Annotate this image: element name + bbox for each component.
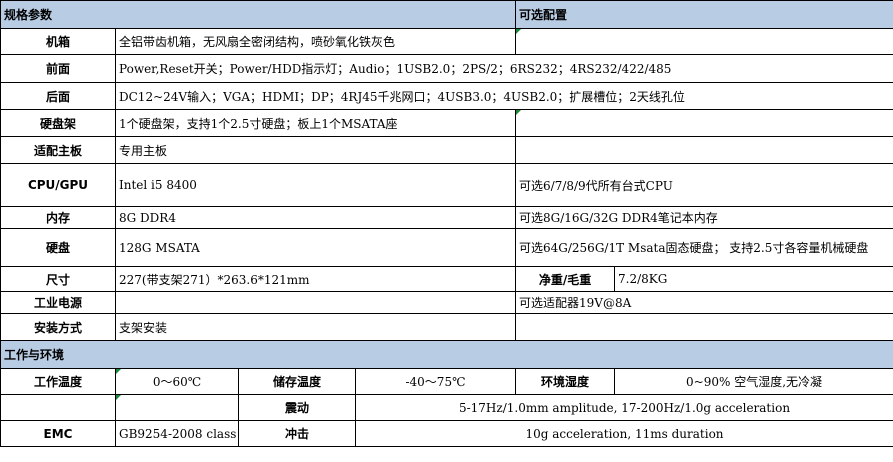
emc-label: EMC bbox=[0, 420, 116, 447]
cpu-value: Intel i5 8400 bbox=[114, 163, 517, 207]
emc-value: GB9254-2008 class A bbox=[115, 420, 239, 447]
spec-header-row: 规格参数 可选配置 bbox=[0, 0, 893, 29]
rear-label: 后面 bbox=[0, 82, 116, 110]
drivebay-value: 1个硬盘架，支持1个2.5寸硬盘；板上1个MSATA座 bbox=[114, 109, 517, 137]
humidity-value: 0~90% 空气湿度,无冷凝 bbox=[614, 368, 893, 395]
chassis-option bbox=[515, 28, 893, 55]
size-label: 尺寸 bbox=[0, 266, 116, 292]
drivebay-label: 硬盘架 bbox=[0, 109, 116, 137]
storage-temp-label: 储存温度 bbox=[238, 368, 356, 395]
table-row: 安装方式 支架安装 bbox=[0, 313, 893, 341]
spec-header: 规格参数 bbox=[0, 0, 517, 29]
power-label: 工业电源 bbox=[0, 291, 116, 314]
options-header: 可选配置 bbox=[515, 0, 893, 29]
table-row: 内存 8G DDR4 可选8G/16G/32G DDR4笔记本内存 bbox=[0, 206, 893, 229]
shock-value: 10g acceleration, 11ms duration bbox=[354, 420, 893, 447]
table-row: CPU/GPU Intel i5 8400 可选6/7/8/9代所有台式CPU bbox=[0, 163, 893, 207]
table-row: 机箱 全铝带齿机箱，无风扇全密闭结构，喷砂氧化铁灰色 bbox=[0, 28, 893, 55]
power-option: 可选适配器19V@8A bbox=[515, 291, 893, 314]
weight-label: 净重/毛重 bbox=[515, 266, 616, 292]
env-header: 工作与环境 bbox=[0, 340, 893, 369]
chassis-value: 全铝带齿机箱，无风扇全密闭结构，喷砂氧化铁灰色 bbox=[114, 28, 517, 55]
rear-value: DC12~24V输入；VGA；HDMI；DP；4RJ45千兆网口；4USB3.0… bbox=[114, 82, 893, 110]
disk-option: 可选64G/256G/1T Msata固态硬盘； 支持2.5寸各容量机械硬盘 bbox=[515, 228, 893, 267]
table-row: 工作温度 0～60℃ 储存温度 -40～75℃ 环境湿度 0~90% 空气湿度,… bbox=[0, 368, 893, 395]
board-label: 适配主板 bbox=[0, 136, 116, 164]
mount-label: 安装方式 bbox=[0, 313, 116, 341]
vibration-value: 5-17Hz/1.0mm amplitude, 17-200Hz/1.0g ac… bbox=[354, 394, 893, 421]
power-value bbox=[114, 291, 517, 314]
table-row: 尺寸 227(带支架271）*263.6*121mm 净重/毛重 7.2/8KG bbox=[0, 266, 893, 292]
memory-label: 内存 bbox=[0, 206, 116, 229]
table-row: 前面 Power,Reset开关；Power/HDD指示灯；Audio；1USB… bbox=[0, 54, 893, 83]
drivebay-option bbox=[515, 109, 893, 137]
weight-value: 7.2/8KG bbox=[614, 266, 893, 292]
cpu-label: CPU/GPU bbox=[0, 163, 116, 207]
humidity-label: 环境湿度 bbox=[515, 368, 616, 395]
cpu-option: 可选6/7/8/9代所有台式CPU bbox=[515, 163, 893, 207]
table-row: 硬盘 128G MSATA 可选64G/256G/1T Msata固态硬盘； 支… bbox=[0, 228, 893, 267]
front-value: Power,Reset开关；Power/HDD指示灯；Audio；1USB2.0… bbox=[114, 54, 893, 83]
env-header-row: 工作与环境 bbox=[0, 340, 893, 369]
chassis-label: 机箱 bbox=[0, 28, 116, 55]
table-row: 适配主板 专用主板 bbox=[0, 136, 893, 164]
op-temp-value: 0～60℃ bbox=[115, 368, 239, 395]
front-label: 前面 bbox=[0, 54, 116, 83]
storage-temp-value: -40～75℃ bbox=[354, 368, 517, 395]
table-row: EMC GB9254-2008 class A 冲击 10g accelerat… bbox=[0, 420, 893, 447]
board-option bbox=[515, 136, 893, 164]
shock-label: 冲击 bbox=[238, 420, 356, 447]
disk-value: 128G MSATA bbox=[114, 228, 517, 267]
table-row: 工业电源 可选适配器19V@8A bbox=[0, 291, 893, 314]
vibration-empty-cell bbox=[0, 394, 116, 421]
board-value: 专用主板 bbox=[114, 136, 517, 164]
memory-value: 8G DDR4 bbox=[114, 206, 517, 229]
op-temp-label: 工作温度 bbox=[0, 368, 116, 395]
size-value: 227(带支架271）*263.6*121mm bbox=[114, 266, 517, 292]
table-row: 后面 DC12~24V输入；VGA；HDMI；DP；4RJ45千兆网口；4USB… bbox=[0, 82, 893, 110]
table-row: 震动 5-17Hz/1.0mm amplitude, 17-200Hz/1.0g… bbox=[0, 394, 893, 421]
spec-sheet: 规格参数 可选配置 机箱 全铝带齿机箱，无风扇全密闭结构，喷砂氧化铁灰色 前面 … bbox=[0, 0, 893, 447]
vibration-empty-cell bbox=[115, 394, 239, 421]
disk-label: 硬盘 bbox=[0, 228, 116, 267]
vibration-label: 震动 bbox=[238, 394, 356, 421]
mount-option bbox=[515, 313, 893, 341]
memory-option: 可选8G/16G/32G DDR4笔记本内存 bbox=[515, 206, 893, 229]
mount-value: 支架安装 bbox=[114, 313, 517, 341]
table-row: 硬盘架 1个硬盘架，支持1个2.5寸硬盘；板上1个MSATA座 bbox=[0, 109, 893, 137]
